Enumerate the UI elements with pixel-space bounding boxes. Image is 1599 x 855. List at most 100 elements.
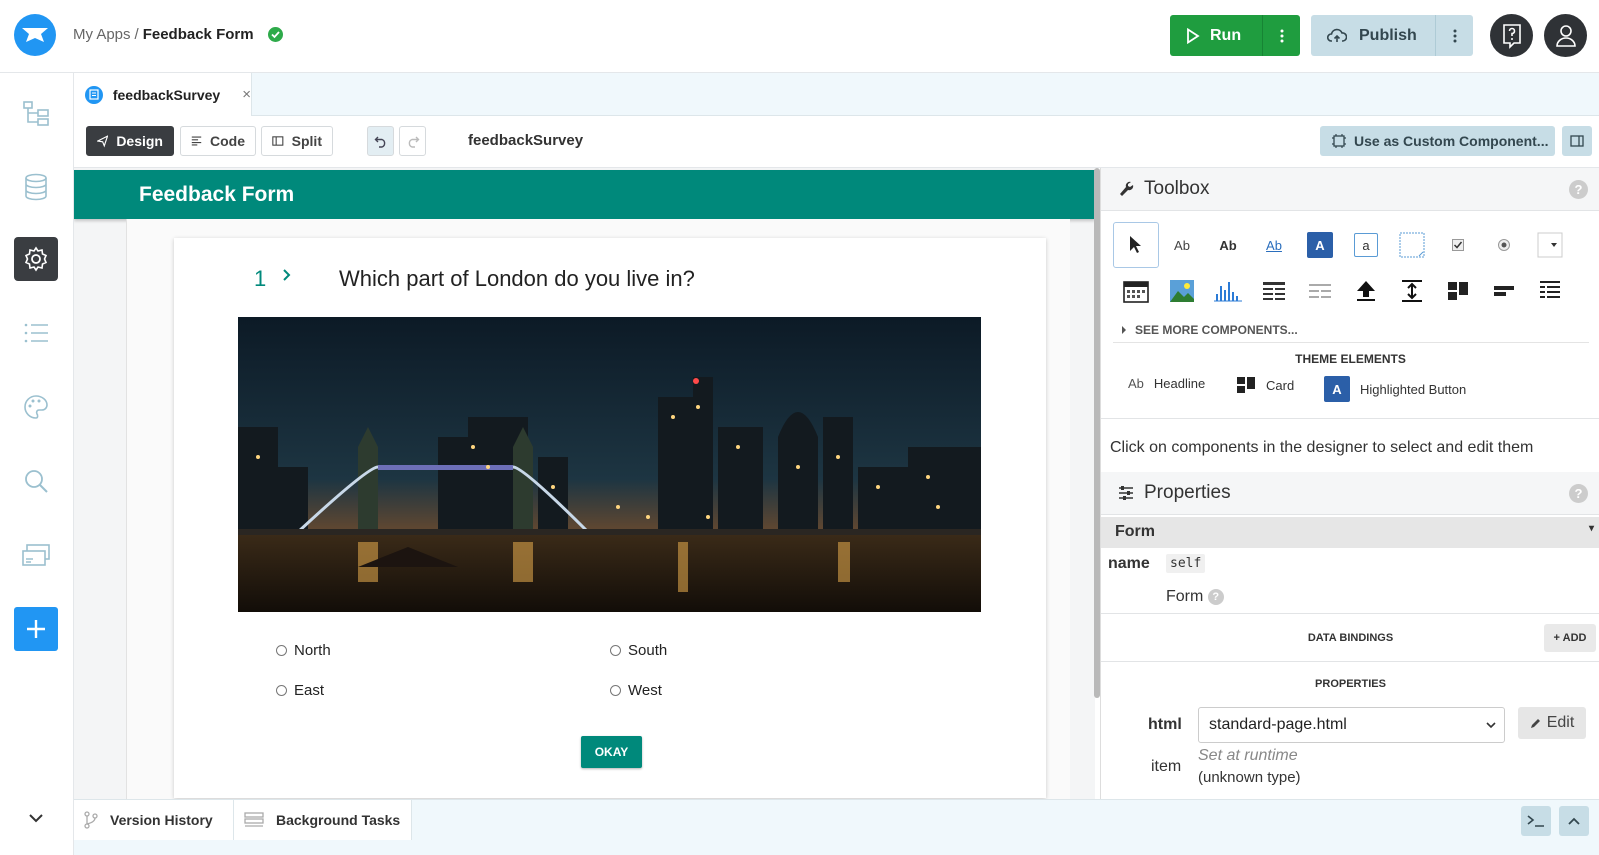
image-tool[interactable] xyxy=(1159,268,1205,314)
theme-item-label: Highlighted Button xyxy=(1360,381,1467,397)
open-console-button[interactable] xyxy=(1521,806,1551,836)
component-type-bar[interactable]: Form ▾ xyxy=(1101,517,1599,548)
option-label: East xyxy=(294,682,325,699)
run-options-button[interactable] xyxy=(1262,15,1300,56)
theme-item-headline[interactable]: Ab Headline xyxy=(1128,376,1205,391)
settings-button[interactable] xyxy=(14,237,58,281)
divider xyxy=(1101,661,1599,662)
toggle-panel-button[interactable] xyxy=(1562,126,1592,156)
split-mode-button[interactable]: Split xyxy=(261,126,333,156)
form-header-title[interactable]: Feedback Form xyxy=(139,183,294,207)
okay-button[interactable]: OKAY xyxy=(581,736,642,768)
option-south-radio[interactable]: South xyxy=(610,642,667,659)
file-loader-tool[interactable] xyxy=(1343,268,1389,314)
anvil-logo-icon[interactable] xyxy=(14,14,56,56)
services-button[interactable] xyxy=(14,533,58,577)
option-west-radio[interactable]: West xyxy=(610,682,662,699)
form-header-bar[interactable]: Feedback Form xyxy=(74,170,1095,219)
label-tool[interactable]: Ab xyxy=(1159,222,1205,268)
datepicker-tool[interactable] xyxy=(1113,268,1159,314)
tab-label: feedbackSurvey xyxy=(112,86,221,103)
question-card[interactable]: 1 Which part of London do you live in? N… xyxy=(174,238,1046,798)
breadcrumb-root[interactable]: My Apps xyxy=(73,26,131,43)
theme-item-card[interactable]: Card xyxy=(1236,376,1294,394)
bottom-bar: Version History Background Tasks xyxy=(74,799,1599,855)
close-tab-icon[interactable]: × xyxy=(242,86,251,103)
linear-panel-tool[interactable] xyxy=(1481,268,1527,314)
kebab-icon xyxy=(1280,29,1283,42)
collapse-sidebar-button[interactable] xyxy=(14,803,58,833)
properties-help-icon[interactable]: ? xyxy=(1569,484,1588,503)
dropdown-tool[interactable] xyxy=(1527,222,1573,268)
code-mode-button[interactable]: Code xyxy=(180,126,256,156)
server-modules-button[interactable] xyxy=(14,311,58,355)
theme-button[interactable] xyxy=(14,385,58,429)
terminal-icon xyxy=(1527,815,1544,827)
radio-circle-icon xyxy=(610,645,621,656)
button-icon: A xyxy=(1307,232,1333,258)
edit-html-button[interactable]: Edit xyxy=(1518,707,1586,739)
account-button[interactable] xyxy=(1544,14,1587,57)
option-north-radio[interactable]: North xyxy=(276,642,331,659)
tab-feedbacksurvey[interactable]: feedbackSurvey × xyxy=(74,73,252,116)
name-value[interactable]: self xyxy=(1166,554,1206,573)
london-skyline-image[interactable] xyxy=(238,317,981,612)
expand-bottom-panel-button[interactable] xyxy=(1559,806,1589,836)
repeating-panel-icon xyxy=(1309,284,1331,298)
add-feature-button[interactable] xyxy=(14,607,58,651)
play-icon xyxy=(1187,27,1200,44)
chevron-down-icon xyxy=(29,813,43,822)
toolbox-help-icon[interactable]: ? xyxy=(1569,180,1588,199)
flow-panel-tool[interactable] xyxy=(1527,268,1573,314)
design-mode-button[interactable]: Design xyxy=(86,126,174,156)
app-browser-button[interactable] xyxy=(14,91,58,135)
wrench-icon xyxy=(1120,181,1134,196)
radio-circle-icon xyxy=(276,685,287,696)
plot-tool[interactable] xyxy=(1205,268,1251,314)
question-text[interactable]: Which part of London do you live in? xyxy=(339,266,695,292)
caret-down-icon: ▾ xyxy=(1588,523,1594,534)
option-east-radio[interactable]: East xyxy=(276,682,324,699)
type-help-icon[interactable]: ? xyxy=(1207,588,1224,605)
publish-button[interactable]: Publish xyxy=(1311,15,1473,56)
pointer-tool[interactable] xyxy=(1113,222,1159,268)
search-button[interactable] xyxy=(14,459,58,503)
kebab-icon xyxy=(1453,29,1456,42)
help-button[interactable] xyxy=(1490,14,1533,57)
run-button[interactable]: Run xyxy=(1170,15,1300,56)
dropdown-icon xyxy=(1537,232,1563,258)
redo-button[interactable] xyxy=(399,126,426,156)
textbox-tool[interactable]: a xyxy=(1343,222,1389,268)
data-tables-button[interactable] xyxy=(14,165,58,209)
split-mode-label: Split xyxy=(291,133,322,149)
question-number[interactable]: 1 xyxy=(254,266,266,292)
button-tool[interactable]: A xyxy=(1297,222,1343,268)
design-canvas[interactable]: Feedback Form 1 Which part of London do … xyxy=(74,168,1095,814)
database-icon xyxy=(25,173,47,201)
see-more-components-toggle[interactable]: SEE MORE COMPONENTS... xyxy=(1121,323,1298,337)
theme-item-highlighted-button[interactable]: A Highlighted Button xyxy=(1324,376,1466,402)
textarea-tool[interactable] xyxy=(1389,222,1435,268)
spacer-tool[interactable] xyxy=(1389,268,1435,314)
data-bindings-heading: DATA BINDINGS xyxy=(1307,632,1394,644)
breadcrumb-current[interactable]: Feedback Form xyxy=(143,26,254,43)
properties-header: Properties ? xyxy=(1101,472,1599,515)
radio-circle-icon xyxy=(276,645,287,656)
panel-layout-icon xyxy=(1570,135,1584,147)
version-history-tab[interactable]: Version History xyxy=(74,800,234,840)
highlighted-button-icon: A xyxy=(1324,376,1350,402)
column-panel-tool[interactable] xyxy=(1435,268,1481,314)
checkbox-tool[interactable] xyxy=(1435,222,1481,268)
add-data-binding-button[interactable]: + ADD xyxy=(1544,624,1596,652)
link-tool[interactable]: Ab xyxy=(1251,222,1297,268)
repeating-panel-tool[interactable] xyxy=(1297,268,1343,314)
undo-button[interactable] xyxy=(367,126,394,156)
use-as-custom-component-button[interactable]: Use as Custom Component... xyxy=(1320,126,1555,156)
column-panel-icon xyxy=(1448,282,1468,300)
background-tasks-tab[interactable]: Background Tasks xyxy=(234,800,412,840)
data-grid-tool[interactable] xyxy=(1251,268,1297,314)
html-template-select[interactable]: standard-page.html xyxy=(1198,707,1505,743)
radio-tool[interactable] xyxy=(1481,222,1527,268)
bold-label-tool[interactable]: Ab xyxy=(1205,222,1251,268)
publish-options-button[interactable] xyxy=(1435,15,1473,56)
